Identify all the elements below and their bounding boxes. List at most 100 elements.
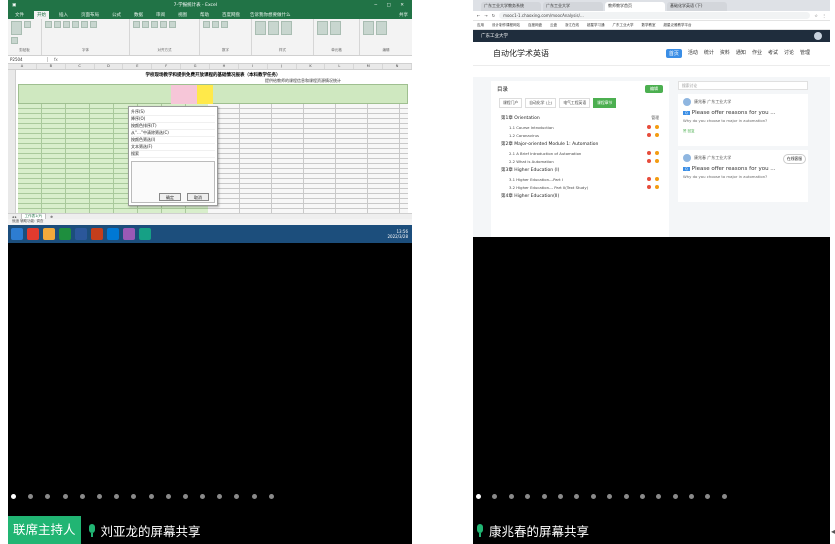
page-dot[interactable] [525, 494, 531, 499]
bookmark[interactable]: 设计制作课程网站 [492, 23, 520, 28]
page-indicator[interactable] [8, 494, 274, 499]
find-icon[interactable] [376, 21, 387, 35]
paste-icon[interactable] [11, 21, 22, 35]
delete-cell-icon[interactable] [330, 21, 341, 35]
align-right-icon[interactable] [151, 21, 158, 28]
page-dot[interactable] [623, 494, 629, 499]
table-format-icon[interactable] [268, 21, 279, 35]
page-dot[interactable] [165, 494, 171, 499]
screen-share-tile-right[interactable]: 广东工业大学教务系统 广东工业大学 教师教学首页 基础化学英语 (下) ← → … [473, 0, 830, 544]
screen-share-tile-left[interactable]: ▣ 7-学报统计表 - Excel ─ □ ✕ 文件 开始 插入 页面布局 公式… [8, 0, 412, 544]
browser-tab[interactable]: 基础化学英语 (下) [667, 2, 727, 11]
align-left-icon[interactable] [133, 21, 140, 28]
insert-cell-icon[interactable] [317, 21, 328, 35]
folder-icon[interactable] [43, 228, 55, 240]
word-icon[interactable] [75, 228, 87, 240]
column-header[interactable]: A [8, 64, 37, 69]
section-item[interactable]: 2.1 A Brief Introduction of Automation [501, 149, 659, 157]
column-header[interactable]: N [383, 64, 412, 69]
online-service-button[interactable]: 在线客服 [782, 154, 806, 164]
page-dot[interactable] [234, 494, 240, 499]
bookmark[interactable]: 超星泛雅教学平台 [664, 23, 692, 28]
browser-tab[interactable]: 广东工业大学 [543, 2, 603, 11]
page-dot[interactable] [476, 494, 481, 499]
row-headers[interactable] [8, 70, 16, 213]
catalog-subtab[interactable]: 自动化学 (上) [525, 98, 557, 108]
page-dot[interactable] [114, 494, 120, 499]
column-header[interactable]: L [325, 64, 355, 69]
ribbon-tab[interactable]: 视图 [175, 11, 190, 19]
fx-icon[interactable]: fx [48, 57, 64, 62]
ribbon-tab[interactable]: 百度网盘 [219, 11, 243, 19]
filter-menu-item[interactable]: 升序(S) [131, 109, 215, 116]
catalog-subtab[interactable]: 课程门户 [499, 98, 523, 108]
filter-menu-item[interactable]: 从“...”中清除筛选(C) [131, 130, 215, 137]
chapter-item[interactable]: 第3章 Higher Education (I) [501, 165, 659, 175]
filter-ok-button[interactable]: 确定 [159, 193, 181, 201]
bookmark[interactable]: 应用 [477, 23, 484, 28]
course-nav-item[interactable]: 作业 [752, 49, 762, 58]
wrap-text-icon[interactable] [160, 21, 167, 28]
column-header[interactable]: I [239, 64, 268, 69]
conditional-format-icon[interactable] [255, 21, 266, 35]
column-header[interactable]: G [181, 64, 211, 69]
discussion-search-input[interactable]: 搜索讨论 [678, 81, 808, 90]
column-header[interactable]: D [95, 64, 124, 69]
back-icon[interactable]: ← [477, 13, 480, 18]
app-icon[interactable] [107, 228, 119, 240]
sheet-nav-icon[interactable]: ◂ ▸ [12, 215, 17, 219]
bookmark[interactable]: 浙江在线 [565, 23, 579, 28]
bookmark[interactable]: 广东工业大学 [613, 23, 634, 28]
course-nav-item[interactable]: 首页 [665, 49, 682, 58]
page-dot[interactable] [131, 494, 137, 499]
section-item[interactable]: 3.2 Higher Education--- Part II(Text Stu… [501, 183, 659, 191]
page-dot[interactable] [200, 494, 206, 499]
sort-filter-icon[interactable] [363, 21, 374, 35]
user-avatar[interactable] [814, 32, 822, 40]
ribbon-tab[interactable]: 公式 [109, 11, 124, 19]
bookmark[interactable]: 数学教室 [642, 23, 656, 28]
tell-me-box[interactable]: 告诉我你想要做什么 [250, 12, 291, 18]
ribbon-tab[interactable]: 数据 [131, 11, 146, 19]
name-box[interactable]: P2504 [8, 57, 48, 62]
section-item[interactable]: 3.1 Higher Education---Part I [501, 175, 659, 183]
collapse-arrow-icon[interactable]: ◂ [831, 527, 835, 536]
post-actions[interactable]: 赞 回复 [683, 129, 803, 134]
page-dot[interactable] [268, 494, 274, 499]
course-nav-item[interactable]: 讨论 [784, 49, 794, 58]
page-dot[interactable] [79, 494, 85, 499]
ribbon-tab[interactable]: 审阅 [153, 11, 168, 19]
course-nav-item[interactable]: 考试 [768, 49, 778, 58]
column-header[interactable]: J [268, 64, 297, 69]
chapter-manage-link[interactable]: 管理 [651, 115, 659, 121]
underline-icon[interactable] [63, 21, 70, 28]
font-color-icon[interactable] [90, 21, 97, 28]
powerpoint-icon[interactable] [91, 228, 103, 240]
page-dot[interactable] [705, 494, 711, 499]
filter-menu-item[interactable]: 降序(O) [131, 116, 215, 123]
page-dot[interactable] [689, 494, 695, 499]
course-nav-item[interactable]: 管理 [800, 49, 810, 58]
app-icon[interactable] [123, 228, 135, 240]
section-item[interactable]: 1.2 Coronavirus [501, 131, 659, 139]
discussion-card[interactable]: 康兆春 广东工业大学 Q Please offer reasons for you… [678, 94, 808, 146]
ribbon-tab[interactable]: 文件 [12, 11, 27, 19]
column-header[interactable]: B [37, 64, 66, 69]
bookmark[interactable]: 云盘 [550, 23, 557, 28]
browser-tab[interactable]: 广东工业大学教务系统 [481, 2, 541, 11]
page-dot[interactable] [672, 494, 678, 499]
start-icon[interactable] [11, 228, 23, 240]
page-dot[interactable] [639, 494, 645, 499]
address-bar[interactable]: mooc1-1.chaoxing.com/moocAnalysis/... [499, 12, 811, 19]
page-dot[interactable] [574, 494, 580, 499]
filter-search-input[interactable]: 搜索 [131, 151, 215, 158]
page-dot[interactable] [11, 494, 16, 499]
chapter-item[interactable]: 第1章 Orientation 管理 [501, 113, 659, 123]
reload-icon[interactable]: ↻ [492, 13, 495, 18]
page-dot[interactable] [557, 494, 563, 499]
page-dot[interactable] [508, 494, 514, 499]
course-nav-item[interactable]: 资料 [720, 49, 730, 58]
star-icon[interactable]: ☆ [814, 13, 818, 18]
align-center-icon[interactable] [142, 21, 149, 28]
column-header[interactable]: H [210, 64, 239, 69]
